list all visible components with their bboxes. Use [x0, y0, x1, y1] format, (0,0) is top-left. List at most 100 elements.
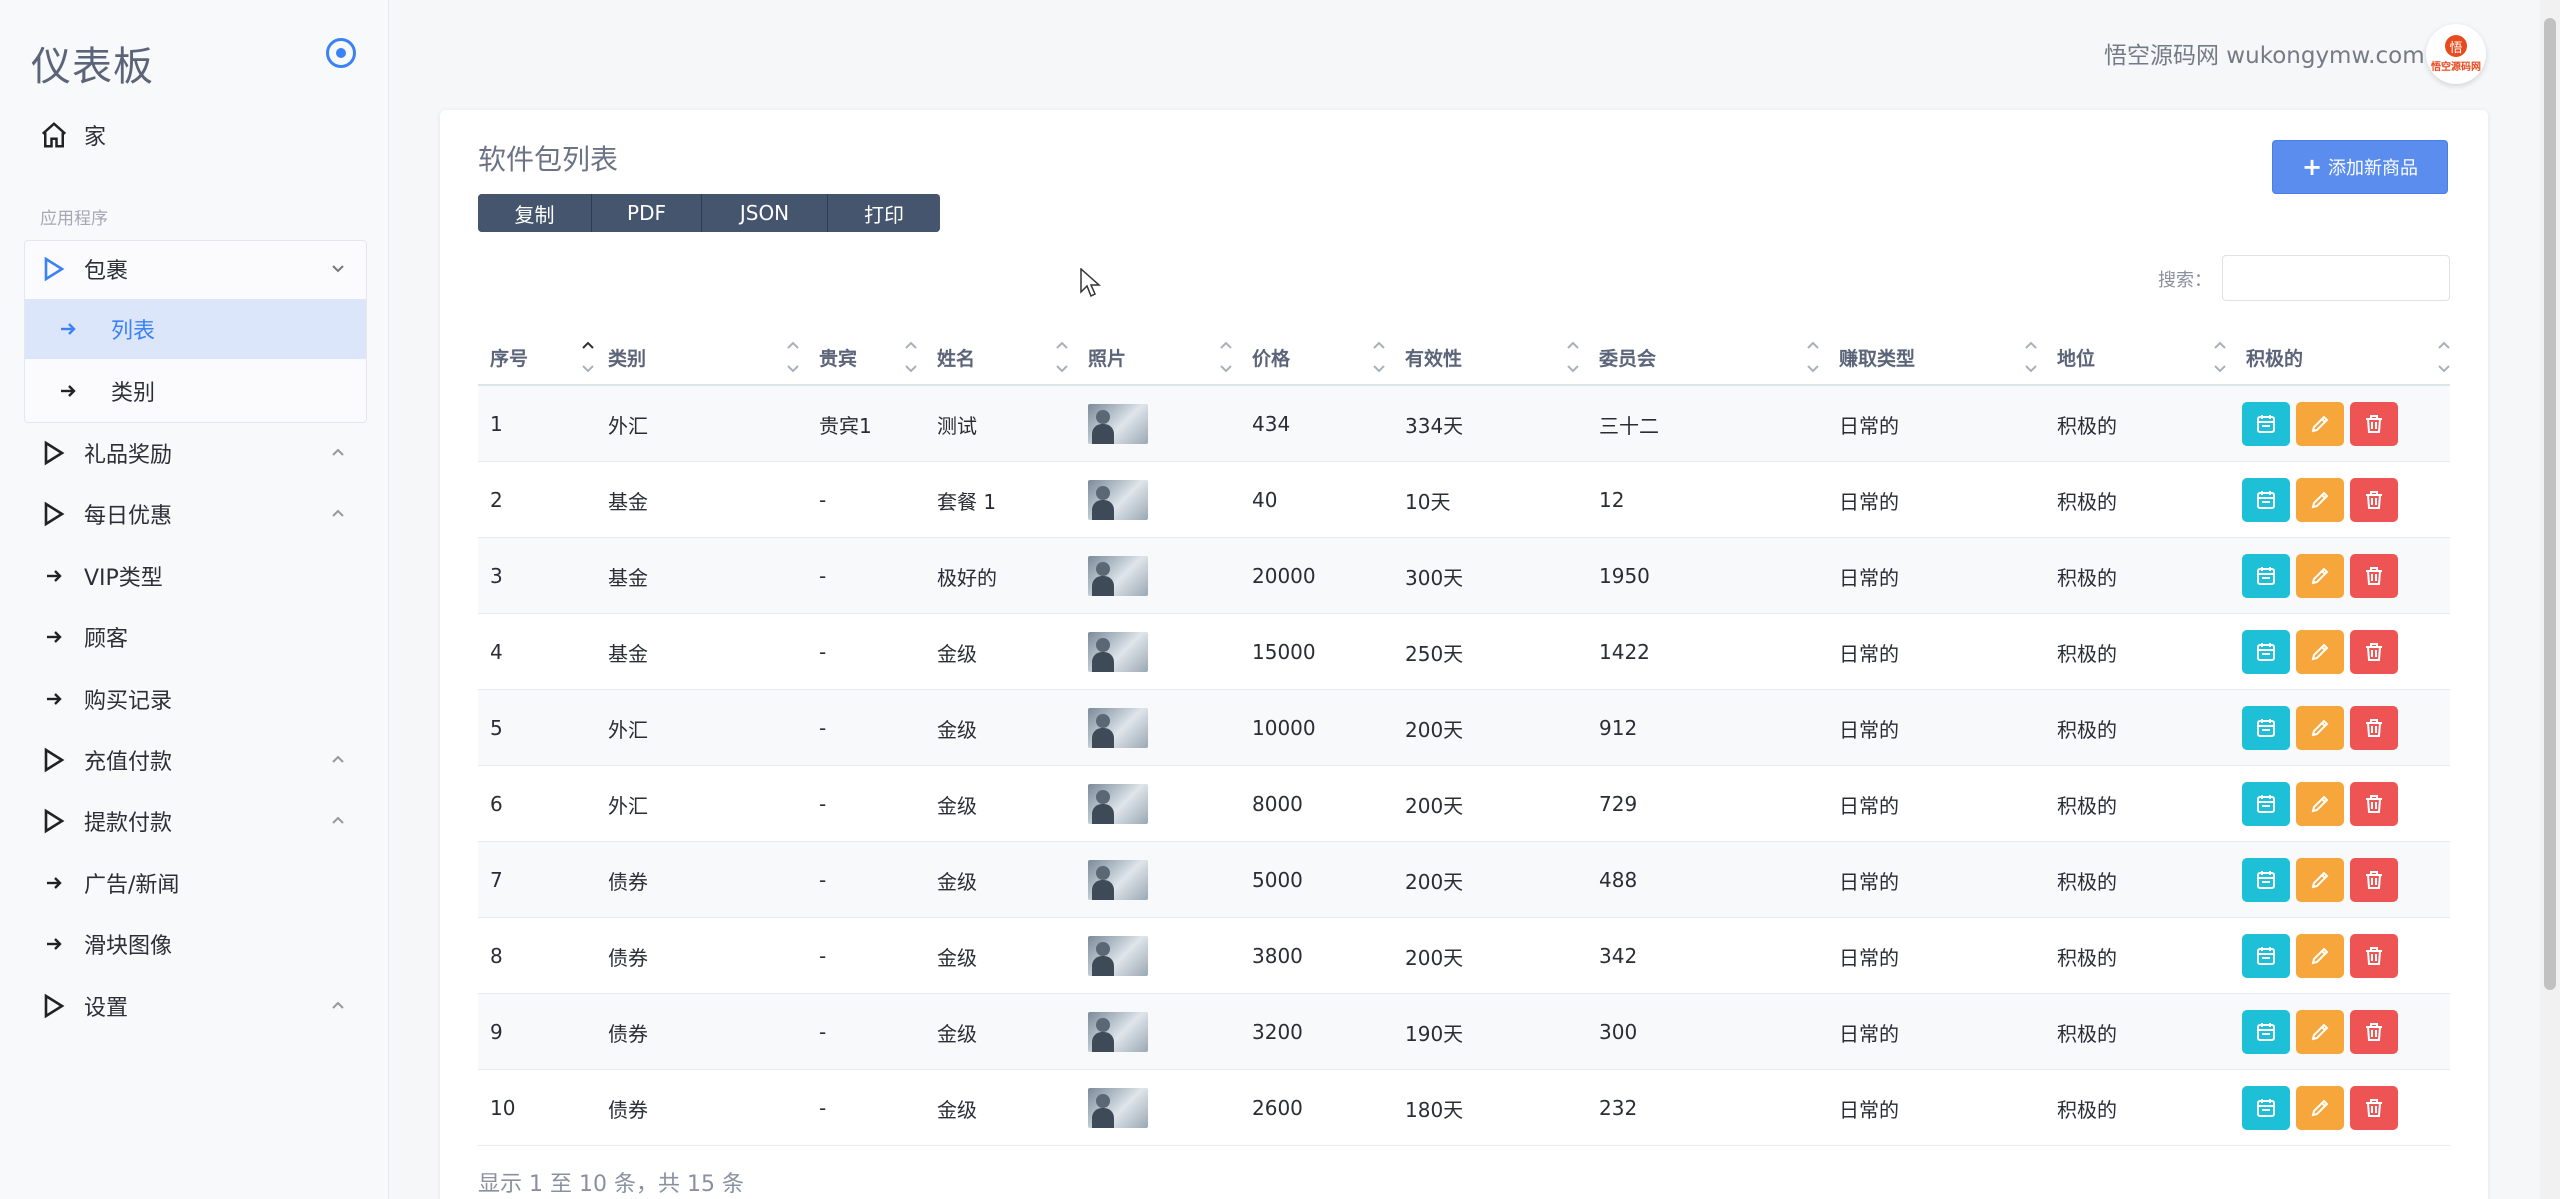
delete-button[interactable]: [2350, 554, 2398, 598]
table-cell-category: 债券: [608, 869, 648, 894]
pencil-icon: [2309, 717, 2331, 739]
view-button[interactable]: [2242, 706, 2290, 750]
edit-button[interactable]: [2296, 1086, 2344, 1130]
table-cell-earn-type: 日常的: [1839, 869, 1899, 894]
sidebar-item-settings[interactable]: 设置: [24, 977, 366, 1035]
table-cell-commission: 1950: [1599, 564, 1650, 588]
sort-icon: [1807, 341, 1819, 373]
edit-button[interactable]: [2296, 706, 2344, 750]
view-button[interactable]: [2242, 1010, 2290, 1054]
table-cell-status: 积极的: [2057, 1097, 2117, 1122]
column-header-price[interactable]: 价格: [1252, 332, 1385, 386]
table-cell-validity: 200天: [1405, 869, 1464, 894]
trash-icon: [2363, 945, 2385, 967]
table-cell-actions: [2242, 386, 2446, 462]
table-cell-vip: -: [819, 716, 827, 740]
avatar[interactable]: 悟 悟空源码网: [2426, 24, 2486, 84]
table-cell-category: 外汇: [608, 717, 648, 742]
table-cell-validity: 200天: [1405, 717, 1464, 742]
sidebar-item-daily-deals[interactable]: 每日优惠: [24, 485, 366, 543]
edit-button[interactable]: [2296, 402, 2344, 446]
edit-button[interactable]: [2296, 858, 2344, 902]
sidebar-item-withdraw[interactable]: 提款付款: [24, 792, 366, 850]
chevron-down-icon: [332, 265, 344, 273]
delete-button[interactable]: [2350, 934, 2398, 978]
arrow-right-icon: [24, 627, 84, 647]
edit-button[interactable]: [2296, 630, 2344, 674]
column-header-name[interactable]: 姓名: [937, 332, 1068, 386]
column-header-index[interactable]: 序号: [490, 332, 594, 386]
table-cell-validity: 200天: [1405, 793, 1464, 818]
sidebar-toggle-icon[interactable]: [326, 38, 356, 68]
delete-button[interactable]: [2350, 630, 2398, 674]
sidebar-item-gift-rewards[interactable]: 礼品奖励: [24, 424, 366, 482]
table-cell-name: 金级: [937, 641, 977, 666]
delete-button[interactable]: [2350, 1010, 2398, 1054]
edit-button[interactable]: [2296, 478, 2344, 522]
sidebar-item-home[interactable]: 家: [24, 106, 366, 164]
table-cell-price: 15000: [1252, 640, 1316, 664]
column-header-actions[interactable]: 积极的: [2246, 332, 2450, 386]
column-header-earn-type[interactable]: 赚取类型: [1839, 332, 2037, 386]
delete-button[interactable]: [2350, 858, 2398, 902]
table-cell-category: 外汇: [608, 413, 648, 438]
add-button-label: 添加新商品: [2328, 158, 2419, 179]
sidebar-item-recharge[interactable]: 充值付款: [24, 731, 366, 789]
delete-button[interactable]: [2350, 402, 2398, 446]
print-button[interactable]: 打印: [828, 194, 940, 232]
edit-button[interactable]: [2296, 1010, 2344, 1054]
edit-button[interactable]: [2296, 782, 2344, 826]
sidebar-sub-item-list[interactable]: 列表: [25, 299, 366, 359]
delete-button[interactable]: [2350, 706, 2398, 750]
table-cell-vip: -: [819, 564, 827, 588]
column-header-commission[interactable]: 委员会: [1599, 332, 1819, 386]
table-cell-commission: 232: [1599, 1096, 1638, 1120]
edit-button[interactable]: [2296, 554, 2344, 598]
table-cell-status: 积极的: [2057, 1021, 2117, 1046]
view-button[interactable]: [2242, 478, 2290, 522]
play-icon: [24, 993, 84, 1019]
scrollbar-thumb[interactable]: [2544, 18, 2556, 990]
column-header-status[interactable]: 地位: [2057, 332, 2226, 386]
calendar-icon: [2255, 641, 2277, 663]
sidebar-item-vip-types[interactable]: VIP类型: [24, 547, 366, 605]
sidebar-item-ads-news[interactable]: 广告/新闻: [24, 854, 366, 912]
page-scrollbar[interactable]: [2540, 0, 2560, 1199]
sidebar-item-packages[interactable]: 包裹: [24, 240, 366, 298]
column-header-photo[interactable]: 照片: [1088, 332, 1232, 386]
column-header-validity[interactable]: 有效性: [1405, 332, 1579, 386]
view-button[interactable]: [2242, 1086, 2290, 1130]
table-cell-earn-type: 日常的: [1839, 793, 1899, 818]
table-cell-vip: -: [819, 488, 827, 512]
view-button[interactable]: [2242, 782, 2290, 826]
table-cell-price: 3800: [1252, 944, 1303, 968]
table-cell-vip: -: [819, 868, 827, 892]
view-button[interactable]: [2242, 630, 2290, 674]
view-button[interactable]: [2242, 554, 2290, 598]
table-cell-index: 1: [490, 412, 503, 436]
view-button[interactable]: [2242, 402, 2290, 446]
sidebar-sub-item-category[interactable]: 类别: [25, 361, 366, 421]
search-label: 搜索：: [2158, 270, 2212, 291]
view-button[interactable]: [2242, 858, 2290, 902]
delete-button[interactable]: [2350, 1086, 2398, 1130]
json-button[interactable]: JSON: [702, 194, 828, 232]
column-header-vip[interactable]: 贵宾: [819, 332, 917, 386]
table-cell-name: 极好的: [937, 565, 997, 590]
sidebar-item-purchase-records[interactable]: 购买记录: [24, 670, 366, 728]
delete-button[interactable]: [2350, 478, 2398, 522]
arrow-right-icon: [24, 934, 84, 954]
column-header-category[interactable]: 类别: [608, 332, 799, 386]
view-button[interactable]: [2242, 934, 2290, 978]
sidebar-item-customers[interactable]: 顾客: [24, 608, 366, 666]
add-new-item-button[interactable]: + 添加新商品: [2272, 140, 2448, 194]
copy-button[interactable]: 复制: [478, 194, 592, 232]
search-input[interactable]: [2222, 255, 2450, 301]
sort-icon: [905, 341, 917, 373]
chevron-up-icon: [332, 816, 344, 824]
edit-button[interactable]: [2296, 934, 2344, 978]
delete-button[interactable]: [2350, 782, 2398, 826]
pdf-button[interactable]: PDF: [592, 194, 702, 232]
sidebar-item-slider-images[interactable]: 滑块图像: [24, 915, 366, 973]
table-cell-actions: [2242, 842, 2446, 918]
